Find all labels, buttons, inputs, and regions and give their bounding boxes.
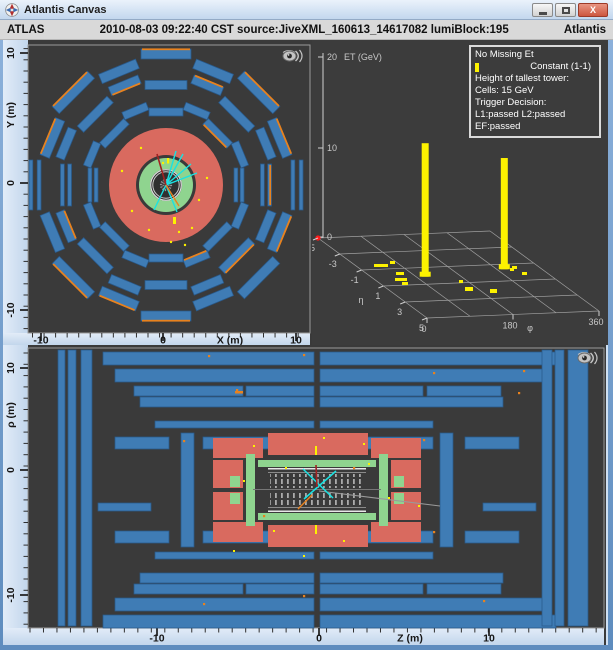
rz-rho-axis-strip xyxy=(3,345,28,628)
axis-title: ρ (m) xyxy=(5,402,17,428)
window-icon xyxy=(5,3,19,17)
tick-label: 0 xyxy=(5,467,17,473)
muon-chamber xyxy=(145,81,187,90)
tick-label: -10 xyxy=(5,587,17,602)
phi-axis-title: φ xyxy=(527,323,533,333)
tick-label: 10 xyxy=(5,362,17,374)
energy-tower xyxy=(422,143,429,277)
canvas-area: -10010X (m)100-10Y (m) 20100ET (GeV)-5-3… xyxy=(3,40,608,645)
eta-tick-label: -1 xyxy=(351,275,359,285)
lego-legend: No Missing Et Constant (1-1) Height of t… xyxy=(469,45,601,138)
maximize-icon xyxy=(562,7,570,14)
muon-chamber xyxy=(141,311,191,322)
experiment-name: ATLAS xyxy=(7,24,44,36)
legend-missing-et: No Missing Et xyxy=(475,49,595,61)
tower-color-swatch xyxy=(475,63,479,72)
muon-chamber xyxy=(141,48,191,59)
legend-tallest-tower: Height of tallest tower: xyxy=(475,73,595,85)
rz-z-axis-strip xyxy=(3,628,604,645)
eta-tick-label: -3 xyxy=(329,259,337,269)
close-button[interactable]: X xyxy=(578,3,608,17)
et-axis-title: ET (GeV) xyxy=(344,52,382,62)
minimize-button[interactable] xyxy=(532,3,553,17)
legend-cells: Cells: 15 GeV xyxy=(475,85,595,97)
axis-title: Y (m) xyxy=(5,102,17,128)
legend-trigger-result: L1:passed L2:passed EF:passed xyxy=(475,109,595,133)
window-title: Atlantis Canvas xyxy=(24,4,107,16)
xy-detector xyxy=(29,48,303,321)
eta-tick-label: -5 xyxy=(312,243,315,253)
eta-tick-label: 3 xyxy=(397,307,402,317)
axis-title: X (m) xyxy=(217,335,243,346)
rz-view[interactable]: -10 0 10 Z (m) 10 0 -10 ρ (m) xyxy=(3,345,608,645)
legend-trigger: Trigger Decision: xyxy=(475,97,595,109)
tick-label: 10 xyxy=(483,633,495,645)
tick-label: 0 xyxy=(316,633,322,645)
maximize-button[interactable] xyxy=(555,3,576,17)
xy-y-axis-strip xyxy=(3,40,28,345)
legend-scale-label: Constant (1-1) xyxy=(530,61,595,73)
axis-title: Z (m) xyxy=(397,633,423,645)
atlantis-canvas-window: Atlantis Canvas X ATLAS 2010-08-03 09:22… xyxy=(0,0,613,650)
event-header-bar: ATLAS 2010-08-03 09:22:40 CST source:Jiv… xyxy=(0,20,613,40)
et-tick-label: 20 xyxy=(327,52,337,62)
titlebar[interactable]: Atlantis Canvas X xyxy=(0,0,613,20)
energy-tower xyxy=(501,158,508,269)
tick-label: -10 xyxy=(149,633,164,645)
eta-axis-title: η xyxy=(358,295,363,305)
tick-label: -10 xyxy=(5,302,17,317)
muon-chamber xyxy=(149,254,183,262)
phi-tick-label: 0 xyxy=(421,324,426,334)
track xyxy=(316,465,317,487)
xy-view[interactable]: -10 0 10 X (m) 10 0 -10 Y (m) xyxy=(3,40,312,345)
muon-chamber xyxy=(149,108,183,116)
tick-label: 10 xyxy=(5,47,17,59)
muon-chamber xyxy=(145,281,187,290)
tick-label: -10 xyxy=(33,335,48,346)
et-tick-label: 10 xyxy=(327,143,337,153)
phi-tick-label: 360 xyxy=(588,317,603,327)
eta-tick-label: 1 xyxy=(375,291,380,301)
minimize-icon xyxy=(539,12,547,15)
close-icon: X xyxy=(590,6,596,15)
event-info: 2010-08-03 09:22:40 CST source:JiveXML_1… xyxy=(44,24,563,36)
tick-label: 10 xyxy=(290,335,302,346)
app-name: Atlantis xyxy=(564,24,606,36)
phi-tick-label: 180 xyxy=(502,321,517,331)
tick-label: 0 xyxy=(5,180,17,186)
et-tick-label: 0 xyxy=(327,232,332,242)
tick-label: 0 xyxy=(160,335,166,346)
